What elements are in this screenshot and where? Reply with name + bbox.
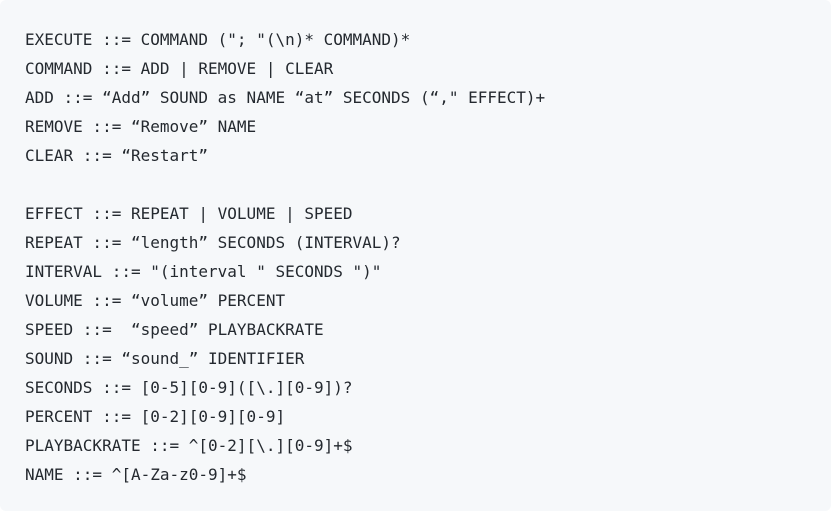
code-line: ADD ::= “Add” SOUND as NAME “at” SECONDS… bbox=[25, 88, 546, 107]
code-line: SOUND ::= “sound_” IDENTIFIER bbox=[25, 349, 305, 368]
code-block: EXECUTE ::= COMMAND ("; "(\n)* COMMAND)*… bbox=[0, 0, 831, 511]
code-line: COMMAND ::= ADD | REMOVE | CLEAR bbox=[25, 59, 334, 78]
code-line: REMOVE ::= “Remove” NAME bbox=[25, 117, 257, 136]
code-line: VOLUME ::= “volume” PERCENT bbox=[25, 291, 286, 310]
code-line: EXECUTE ::= COMMAND ("; "(\n)* COMMAND)* bbox=[25, 30, 411, 49]
code-line: INTERVAL ::= "(interval " SECONDS ")" bbox=[25, 262, 382, 281]
code-line: CLEAR ::= “Restart” bbox=[25, 146, 209, 165]
code-line: PLAYBACKRATE ::= ^[0-2][\.][0-9]+$ bbox=[25, 436, 353, 455]
code-line: NAME ::= ^[A-Za-z0-9]+$ bbox=[25, 465, 247, 484]
code-line: REPEAT ::= “length” SECONDS (INTERVAL)? bbox=[25, 233, 401, 252]
code-line: SECONDS ::= [0-5][0-9]([\.][0-9])? bbox=[25, 378, 353, 397]
code-line: PERCENT ::= [0-2][0-9][0-9] bbox=[25, 407, 286, 426]
grammar-code: EXECUTE ::= COMMAND ("; "(\n)* COMMAND)*… bbox=[25, 25, 831, 489]
code-line: EFFECT ::= REPEAT | VOLUME | SPEED bbox=[25, 204, 353, 223]
code-line: SPEED ::= “speed” PLAYBACKRATE bbox=[25, 320, 324, 339]
